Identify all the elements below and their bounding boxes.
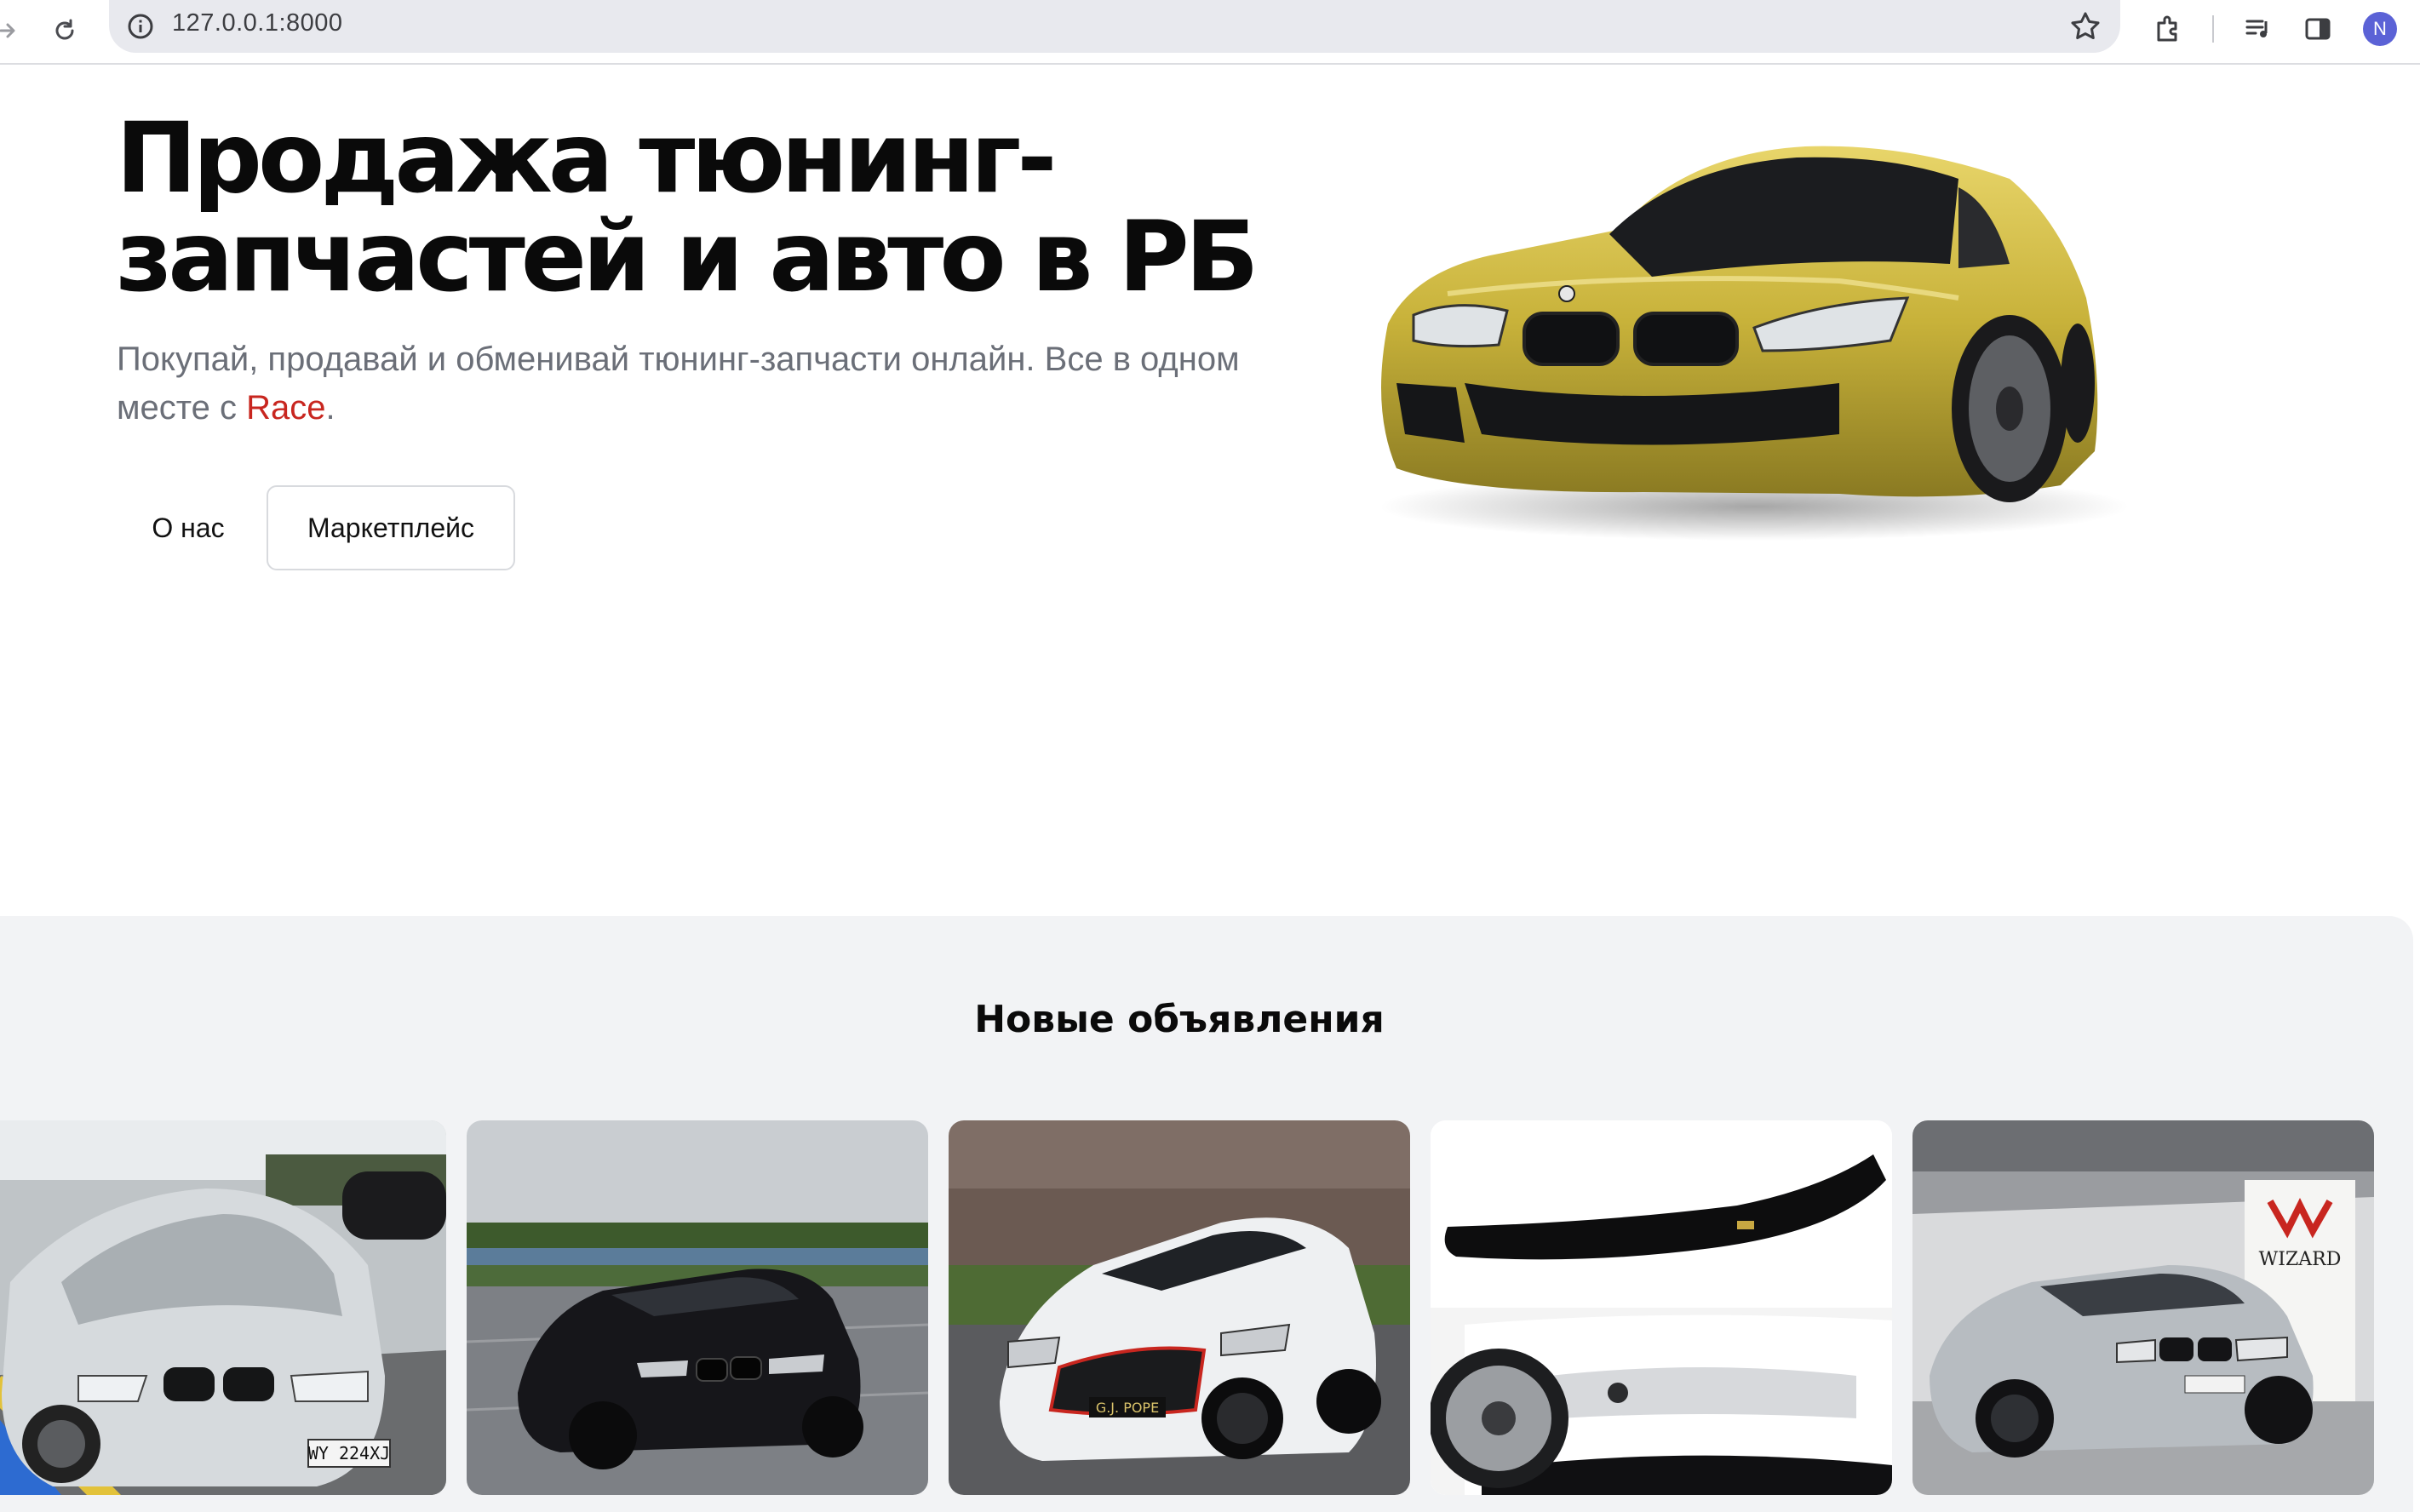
- bookmark-star-icon[interactable]: [2067, 9, 2103, 44]
- svg-text:G.J. POPE: G.J. POPE: [1096, 1400, 1159, 1416]
- marketplace-button[interactable]: Маркетплейс: [267, 485, 515, 570]
- hero-title: Продажа тюнинг-запчастей и авто в РБ: [116, 101, 1259, 313]
- profile-avatar[interactable]: N: [2363, 12, 2397, 46]
- url-text[interactable]: 127.0.0.1:8000: [172, 9, 343, 37]
- extensions-icon[interactable]: [2149, 10, 2187, 48]
- svg-text:WIZARD: WIZARD: [2259, 1249, 2342, 1270]
- media-control-icon[interactable]: [2239, 10, 2277, 48]
- listing-image-silver-bmw-convertible: WY 224XJ: [0, 1120, 446, 1495]
- listing-image-grey-bmw-m3: WIZARD: [1912, 1120, 2374, 1495]
- listing-card[interactable]: WIZARD: [1912, 1120, 2374, 1495]
- address-bar[interactable]: 127.0.0.1:8000: [109, 0, 2120, 53]
- listing-card[interactable]: WY 224XJ: [0, 1120, 446, 1495]
- listing-card[interactable]: [1431, 1120, 1892, 1495]
- listing-card[interactable]: [467, 1120, 928, 1495]
- brand-name: Race: [246, 389, 326, 427]
- hero-subtitle: Покупай, продавай и обменивай тюнинг-зап…: [117, 335, 1249, 432]
- listing-image-front-lip-spoiler: [1431, 1120, 1892, 1495]
- browser-toolbar: 127.0.0.1:8000 N: [0, 0, 2420, 65]
- hero-subtitle-end: .: [325, 389, 335, 427]
- new-listings-title: Новые объявления: [974, 998, 1385, 1041]
- reload-icon[interactable]: [46, 12, 83, 49]
- new-listings-section: Новые объявления WY 224XJ G.J. POPE WIZA…: [0, 916, 2413, 1512]
- svg-text:WY 224XJ: WY 224XJ: [308, 1443, 390, 1463]
- site-info-icon[interactable]: [124, 10, 157, 43]
- listing-image-white-audi-hatchback: G.J. POPE: [949, 1120, 1410, 1495]
- hero-car-image: [1362, 128, 2146, 553]
- side-panel-icon[interactable]: [2299, 10, 2337, 48]
- about-button[interactable]: О нас: [116, 485, 261, 570]
- listing-image-black-bmw-sedan: [467, 1120, 928, 1495]
- listing-card[interactable]: G.J. POPE: [949, 1120, 1410, 1495]
- toolbar-divider: [2212, 15, 2214, 43]
- forward-icon[interactable]: [0, 12, 26, 49]
